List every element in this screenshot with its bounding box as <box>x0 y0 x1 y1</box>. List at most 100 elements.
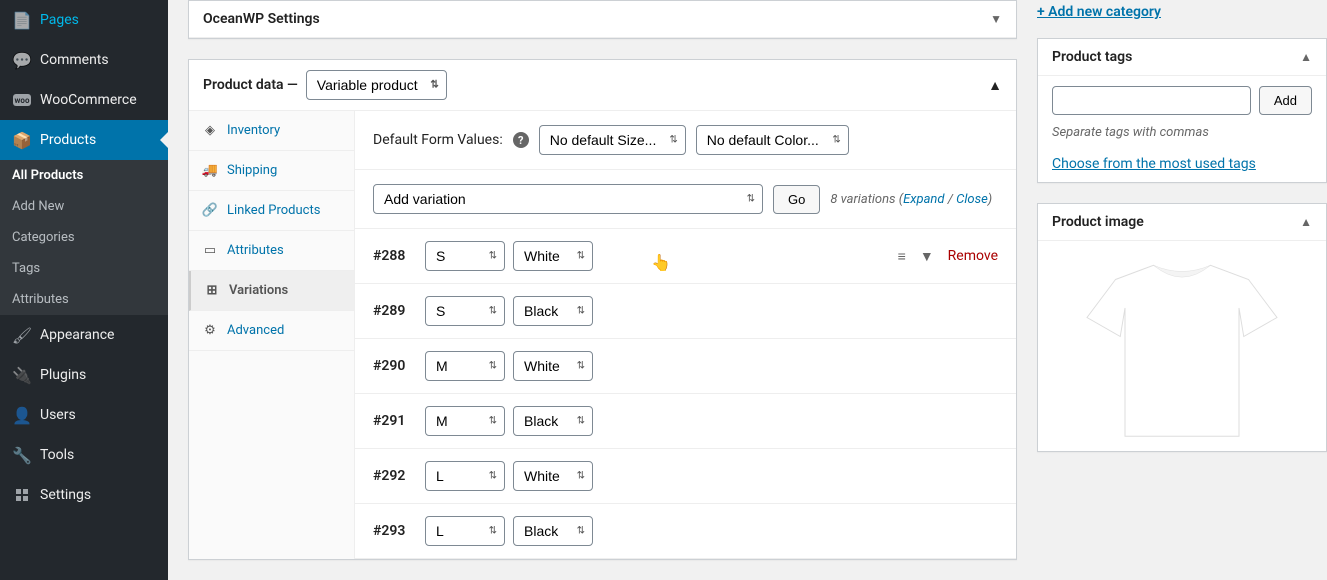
product-image-header[interactable]: Product image ▲ <box>1038 204 1326 241</box>
tags-input[interactable] <box>1052 86 1251 115</box>
product-data-body: ◈Inventory 🚚Shipping 🔗Linked Products ▭A… <box>189 111 1016 559</box>
submenu-all-products[interactable]: All Products <box>0 160 168 191</box>
tab-advanced[interactable]: ⚙Advanced <box>189 311 354 351</box>
variation-id: #290 <box>373 358 417 374</box>
variation-id: #292 <box>373 468 417 484</box>
most-used-tags-link[interactable]: Choose from the most used tags <box>1052 156 1256 172</box>
product-tags-body: Add Separate tags with commas Choose fro… <box>1038 76 1326 182</box>
default-form-values-row: Default Form Values: ? No default Size..… <box>355 111 1016 170</box>
sidebar-item-tools[interactable]: 🔧Tools <box>0 435 168 475</box>
product-type-select[interactable]: Variable product <box>306 70 447 100</box>
variation-row[interactable]: #288 S White 👆 ≡ ▼ Remove <box>355 229 1016 284</box>
tab-attributes[interactable]: ▭Attributes <box>189 231 354 271</box>
product-type-select-wrap: Variable product <box>298 70 447 100</box>
tab-shipping[interactable]: 🚚Shipping <box>189 151 354 191</box>
variation-size-select[interactable]: S <box>425 296 505 326</box>
variation-row[interactable]: #291 M Black <box>355 394 1016 449</box>
tab-variations[interactable]: ⊞Variations <box>189 271 354 311</box>
product-tags-panel: Product tags ▲ Add Separate tags with co… <box>1037 38 1327 183</box>
attributes-icon: ▭ <box>201 243 219 258</box>
chevron-up-icon: ▲ <box>1300 215 1312 229</box>
oceanwp-title: OceanWP Settings <box>203 11 320 27</box>
remove-variation-link[interactable]: Remove <box>948 248 998 264</box>
sidebar-item-appearance[interactable]: 🖌Appearance <box>0 315 168 355</box>
variations-list: #288 S White 👆 ≡ ▼ Remove #289 S Black #2… <box>355 229 1016 559</box>
variation-id: #288 <box>373 248 417 264</box>
variation-id: #291 <box>373 413 417 429</box>
product-image-panel: Product image ▲ <box>1037 203 1327 452</box>
link-icon: 🔗 <box>201 203 219 218</box>
sidebar-item-pages[interactable]: 📄Pages <box>0 0 168 40</box>
sidebar-item-woocommerce[interactable]: wooWooCommerce <box>0 80 168 120</box>
variation-id: #289 <box>373 303 417 319</box>
chevron-up-icon[interactable]: ▲ <box>988 77 1002 94</box>
chevron-down-icon: ▼ <box>990 12 1002 26</box>
variation-size-select[interactable]: L <box>425 516 505 546</box>
variation-color-select[interactable]: Black <box>513 406 593 436</box>
products-submenu: All Products Add New Categories Tags Att… <box>0 160 168 315</box>
oceanwp-panel-header[interactable]: OceanWP Settings ▼ <box>189 1 1016 38</box>
pages-icon: 📄 <box>12 10 32 30</box>
expand-link[interactable]: Expand <box>903 192 944 207</box>
add-new-category-link[interactable]: + Add new category <box>1037 0 1161 38</box>
admin-sidebar: 📄Pages 💬Comments wooWooCommerce 📦Product… <box>0 0 168 580</box>
submenu-categories[interactable]: Categories <box>0 222 168 253</box>
default-size-select[interactable]: No default Size... <box>539 125 686 155</box>
cursor-icon: 👆 <box>651 253 671 272</box>
variation-size-select[interactable]: M <box>425 406 505 436</box>
variation-id: #293 <box>373 523 417 539</box>
variation-color-select[interactable]: White <box>513 241 593 271</box>
help-icon[interactable]: ? <box>513 132 529 148</box>
add-variation-row: Add variation Go 8 variations (Expand / … <box>355 170 1016 229</box>
variation-color-select[interactable]: Black <box>513 296 593 326</box>
close-link[interactable]: Close <box>956 192 988 207</box>
product-image-body[interactable] <box>1038 241 1326 451</box>
product-data-label: Product data — <box>203 77 298 93</box>
variation-row[interactable]: #293 L Black <box>355 504 1016 559</box>
variation-size-select[interactable]: M <box>425 351 505 381</box>
product-data-header: Product data — Variable product ▲ <box>189 60 1016 111</box>
drag-handle-icon[interactable]: ≡ <box>898 248 906 265</box>
users-icon: 👤 <box>12 405 32 425</box>
add-tag-button[interactable]: Add <box>1259 86 1312 115</box>
variations-tab-content: Default Form Values: ? No default Size..… <box>355 111 1016 559</box>
oceanwp-panel: OceanWP Settings ▼ <box>188 0 1017 39</box>
shipping-icon: 🚚 <box>201 163 219 178</box>
product-image-title: Product image <box>1052 214 1144 230</box>
variation-color-select[interactable]: Black <box>513 516 593 546</box>
product-data-tabs: ◈Inventory 🚚Shipping 🔗Linked Products ▭A… <box>189 111 355 559</box>
submenu-attributes[interactable]: Attributes <box>0 284 168 315</box>
go-button[interactable]: Go <box>773 185 820 214</box>
variation-size-select[interactable]: S <box>425 241 505 271</box>
sidebar-item-products[interactable]: 📦Products <box>0 120 168 160</box>
variation-color-select[interactable]: White <box>513 461 593 491</box>
variation-size-select[interactable]: L <box>425 461 505 491</box>
woocommerce-icon: woo <box>12 90 32 110</box>
chevron-up-icon: ▲ <box>1300 50 1312 64</box>
comments-icon: 💬 <box>12 50 32 70</box>
variation-row[interactable]: #292 L White <box>355 449 1016 504</box>
variation-row[interactable]: #290 M White <box>355 339 1016 394</box>
product-tags-header[interactable]: Product tags ▲ <box>1038 39 1326 76</box>
advanced-icon: ⚙ <box>201 323 219 338</box>
default-color-select[interactable]: No default Color... <box>696 125 849 155</box>
settings-icon <box>12 485 32 505</box>
sidebar-item-settings[interactable]: Settings <box>0 475 168 515</box>
sidebar-item-plugins[interactable]: 🔌Plugins <box>0 355 168 395</box>
tags-help-text: Separate tags with commas <box>1052 125 1312 140</box>
right-sidebar: + Add new category Product tags ▲ Add Se… <box>1037 0 1327 580</box>
sidebar-item-users[interactable]: 👤Users <box>0 395 168 435</box>
tab-linked-products[interactable]: 🔗Linked Products <box>189 191 354 231</box>
expand-variation-icon[interactable]: ▼ <box>920 248 934 265</box>
tab-inventory[interactable]: ◈Inventory <box>189 111 354 151</box>
sidebar-item-comments[interactable]: 💬Comments <box>0 40 168 80</box>
product-data-panel: Product data — Variable product ▲ ◈Inven… <box>188 59 1017 560</box>
main-content: OceanWP Settings ▼ Product data — Variab… <box>168 0 1037 580</box>
variation-color-select[interactable]: White <box>513 351 593 381</box>
variation-row[interactable]: #289 S Black <box>355 284 1016 339</box>
submenu-tags[interactable]: Tags <box>0 253 168 284</box>
svg-text:woo: woo <box>15 96 30 105</box>
add-variation-select[interactable]: Add variation <box>373 184 763 214</box>
submenu-add-new[interactable]: Add New <box>0 191 168 222</box>
default-form-label: Default Form Values: <box>373 132 503 148</box>
